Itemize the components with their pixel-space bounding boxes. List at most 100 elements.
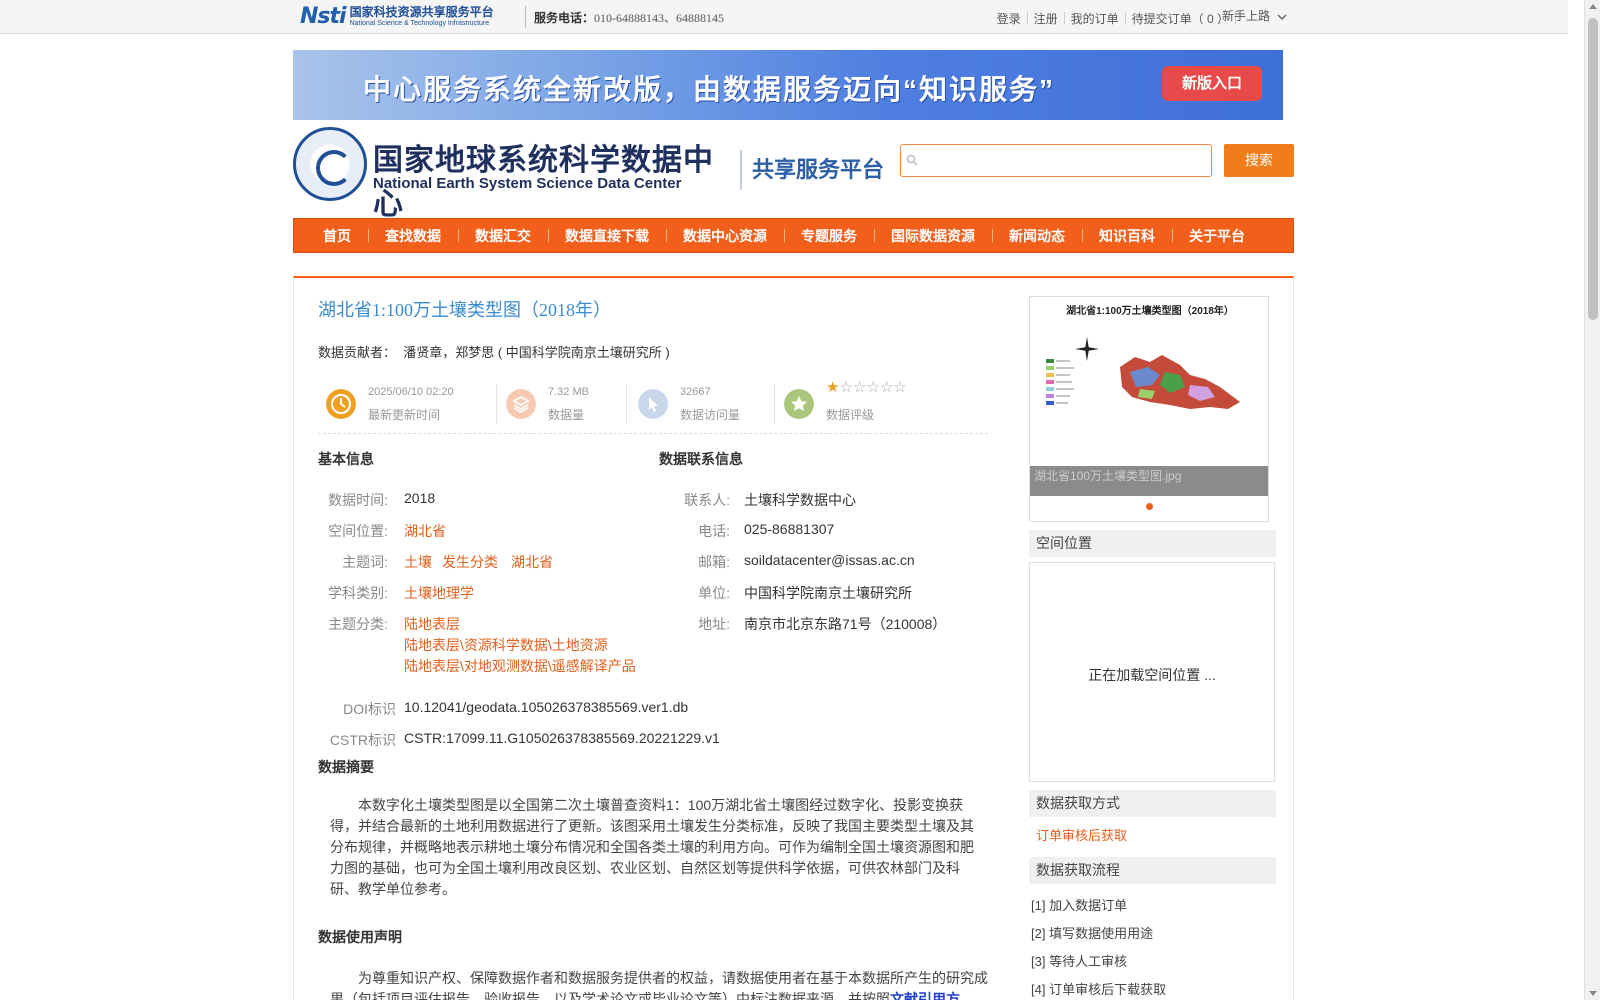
soil-map-thumbnail <box>1046 337 1240 409</box>
carousel-dot[interactable] <box>1146 503 1153 510</box>
data-center-logo[interactable]: 国家地球系统科学数据中心 National Earth System Scien… <box>293 127 733 222</box>
nav-news[interactable]: 新闻动态 <box>992 226 1082 246</box>
nav-home[interactable]: 首页 <box>294 226 368 246</box>
flow-step: [1] 加入数据订单 <box>1031 898 1128 913</box>
search-input[interactable] <box>900 144 1212 177</box>
pending-orders-link[interactable]: 待提交订单（ 0 ） <box>1126 10 1235 27</box>
scroll-thumb[interactable] <box>1588 18 1598 320</box>
keyword-link[interactable]: 湖北省 <box>511 552 553 572</box>
location-link[interactable]: 湖北省 <box>404 521 446 541</box>
nsti-logo[interactable]: Nsti 国家科技资源共享服务平台 National Science & Tec… <box>300 2 522 30</box>
nav-topic-service[interactable]: 专题服务 <box>784 226 874 246</box>
banner-text: 中心服务系统全新改版，由数据服务迈向“知识服务” <box>363 74 1056 105</box>
map-loading-text: 正在加载空间位置 ... <box>1088 667 1216 683</box>
citation-link[interactable]: 文献引用方 <box>890 991 960 1000</box>
stat-visits: 32667 数据访问量 <box>630 382 770 426</box>
scroll-down-arrow-icon[interactable] <box>1589 991 1597 996</box>
unit-value: 中国科学院南京土壤研究所 <box>744 585 912 601</box>
search-button[interactable]: 搜索 <box>1224 144 1294 177</box>
star-empty-icon: ☆ <box>852 379 867 396</box>
spatial-map[interactable]: 正在加载空间位置 ... <box>1029 562 1275 782</box>
page-scrollbar[interactable] <box>1584 0 1600 1000</box>
category-link[interactable]: 陆地表层\资源科学数据\土地资源 <box>404 635 608 655</box>
nav-wiki[interactable]: 知识百科 <box>1082 226 1172 246</box>
nsti-logo-en: National Science & Technology Infrastruc… <box>349 19 490 27</box>
category-label: 主题分类: <box>328 616 388 632</box>
email-label: 邮箱: <box>698 554 730 570</box>
address-value: 南京市北京东路71号（210008） <box>744 616 947 632</box>
page-title: 湖北省1:100万土壤类型图（2018年） <box>318 300 611 320</box>
email-value: soildatacenter@issas.ac.cn <box>744 552 915 568</box>
flow-step: [2] 填写数据使用用途 <box>1031 926 1154 941</box>
my-orders-link[interactable]: 我的订单 <box>1065 10 1125 27</box>
discipline-link[interactable]: 土壤地理学 <box>404 583 474 603</box>
thumbnail-carousel[interactable]: 湖北省1:100万土壤类型图（2018年） 湖北省100万土壤类型图.jpg <box>1029 296 1269 522</box>
star-empty-icon: ☆ <box>866 379 880 396</box>
clock-icon <box>326 389 356 419</box>
data-time-label: 数据时间: <box>328 492 388 508</box>
keyword-link[interactable]: 土壤 <box>404 552 432 572</box>
top-links: 登录 注册 我的订单 待提交订单（ 0 ） <box>991 10 1236 27</box>
nav-about[interactable]: 关于平台 <box>1172 226 1262 246</box>
nav-international[interactable]: 国际数据资源 <box>874 226 992 246</box>
thumbnail-title: 湖北省1:100万土壤类型图（2018年） <box>1066 306 1234 317</box>
address-label: 地址: <box>698 616 730 632</box>
nsti-logo-mark: Nsti <box>300 3 347 29</box>
platform-name: 共享服务平台 <box>752 157 885 182</box>
stat-updated: 2025/06/10 02:20 最新更新时间 <box>318 382 488 426</box>
top-bar: Nsti 国家科技资源共享服务平台 National Science & Tec… <box>0 0 1568 34</box>
star-empty-icon: ☆ <box>879 379 894 396</box>
flow-step: [3] 等待人工审核 <box>1031 954 1128 969</box>
abstract-text: 本数字化土壤类型图是以全国第二次土壤普查资料1：100万湖北省土壤图经过数字化、… <box>330 797 974 897</box>
flow-heading: 数据获取流程 <box>1029 857 1276 884</box>
nav-center-resources[interactable]: 数据中心资源 <box>666 226 784 246</box>
basic-info-heading: 基本信息 <box>318 451 374 467</box>
category-link[interactable]: 陆地表层\对地观测数据\遥感解译产品 <box>404 656 636 676</box>
spatial-heading: 空间位置 <box>1029 530 1276 557</box>
scroll-up-arrow-icon[interactable] <box>1589 4 1597 9</box>
doi-value: 10.12041/geodata.105026378385569.ver1.db <box>404 699 689 715</box>
register-link[interactable]: 注册 <box>1028 10 1064 27</box>
stat-rating: ★☆☆☆☆☆ 数据评级 <box>776 379 976 426</box>
phone-label: 电话: <box>698 523 730 539</box>
acquire-method-link[interactable]: 订单审核后获取 <box>1036 825 1127 844</box>
nav-data-submit[interactable]: 数据汇交 <box>458 226 548 246</box>
main-nav: 首页 查找数据 数据汇交 数据直接下载 数据中心资源 专题服务 国际数据资源 新… <box>293 218 1294 253</box>
divider <box>740 150 742 190</box>
phone-value: 025-86881307 <box>744 521 835 537</box>
cstr-value: CSTR:17099.11.G105026378385569.20221229.… <box>404 730 720 746</box>
beginner-guide-menu[interactable]: 新手上路 <box>1222 7 1287 24</box>
contact-person-value: 土壤科学数据中心 <box>744 492 856 508</box>
cstr-label: CSTR标识 <box>329 732 396 748</box>
keywords-label: 主题词: <box>342 554 388 570</box>
contact-person-label: 联系人: <box>684 492 730 508</box>
star-badge-icon <box>784 389 814 419</box>
login-link[interactable]: 登录 <box>991 10 1027 27</box>
nav-direct-download[interactable]: 数据直接下载 <box>548 226 666 246</box>
contact-info-heading: 数据联系信息 <box>659 451 743 467</box>
nav-find-data[interactable]: 查找数据 <box>368 226 458 246</box>
star-empty-icon: ☆ <box>839 379 853 396</box>
abstract-heading: 数据摘要 <box>318 759 374 775</box>
stats-bar: 2025/06/10 02:20 最新更新时间 7.32 MB 数据量 3266… <box>318 379 988 434</box>
thumbnail-caption: 湖北省100万土壤类型图.jpg <box>1030 466 1268 496</box>
star-filled-icon: ★ <box>826 379 840 396</box>
location-label: 空间位置: <box>328 523 388 539</box>
chevron-down-icon <box>1277 14 1287 20</box>
flow-step: [4] 订单审核后下载获取 <box>1031 982 1167 997</box>
search-icon <box>906 154 918 166</box>
data-center-emblem-icon <box>293 127 367 201</box>
divider <box>525 6 526 28</box>
contributor: 数据贡献者： 潘贤章，郑梦思 ( 中国科学院南京土壤研究所 ) <box>318 345 670 360</box>
doi-label: DOI标识 <box>343 701 396 717</box>
keyword-link[interactable]: 发生分类 <box>442 552 498 572</box>
nsti-logo-cn: 国家科技资源共享服务平台 <box>349 4 494 19</box>
category-link[interactable]: 陆地表层 <box>404 614 460 634</box>
cursor-icon <box>638 389 668 419</box>
new-version-button[interactable]: 新版入口 <box>1162 66 1262 101</box>
discipline-label: 学科类别: <box>328 585 388 601</box>
logo-en: National Earth System Science Data Cente… <box>373 175 682 192</box>
acquire-heading: 数据获取方式 <box>1029 790 1276 817</box>
service-phone: 服务电话：010-64888143、64888145 <box>534 11 725 25</box>
promo-banner[interactable]: 中心服务系统全新改版，由数据服务迈向“知识服务” 新版入口 <box>293 50 1283 120</box>
